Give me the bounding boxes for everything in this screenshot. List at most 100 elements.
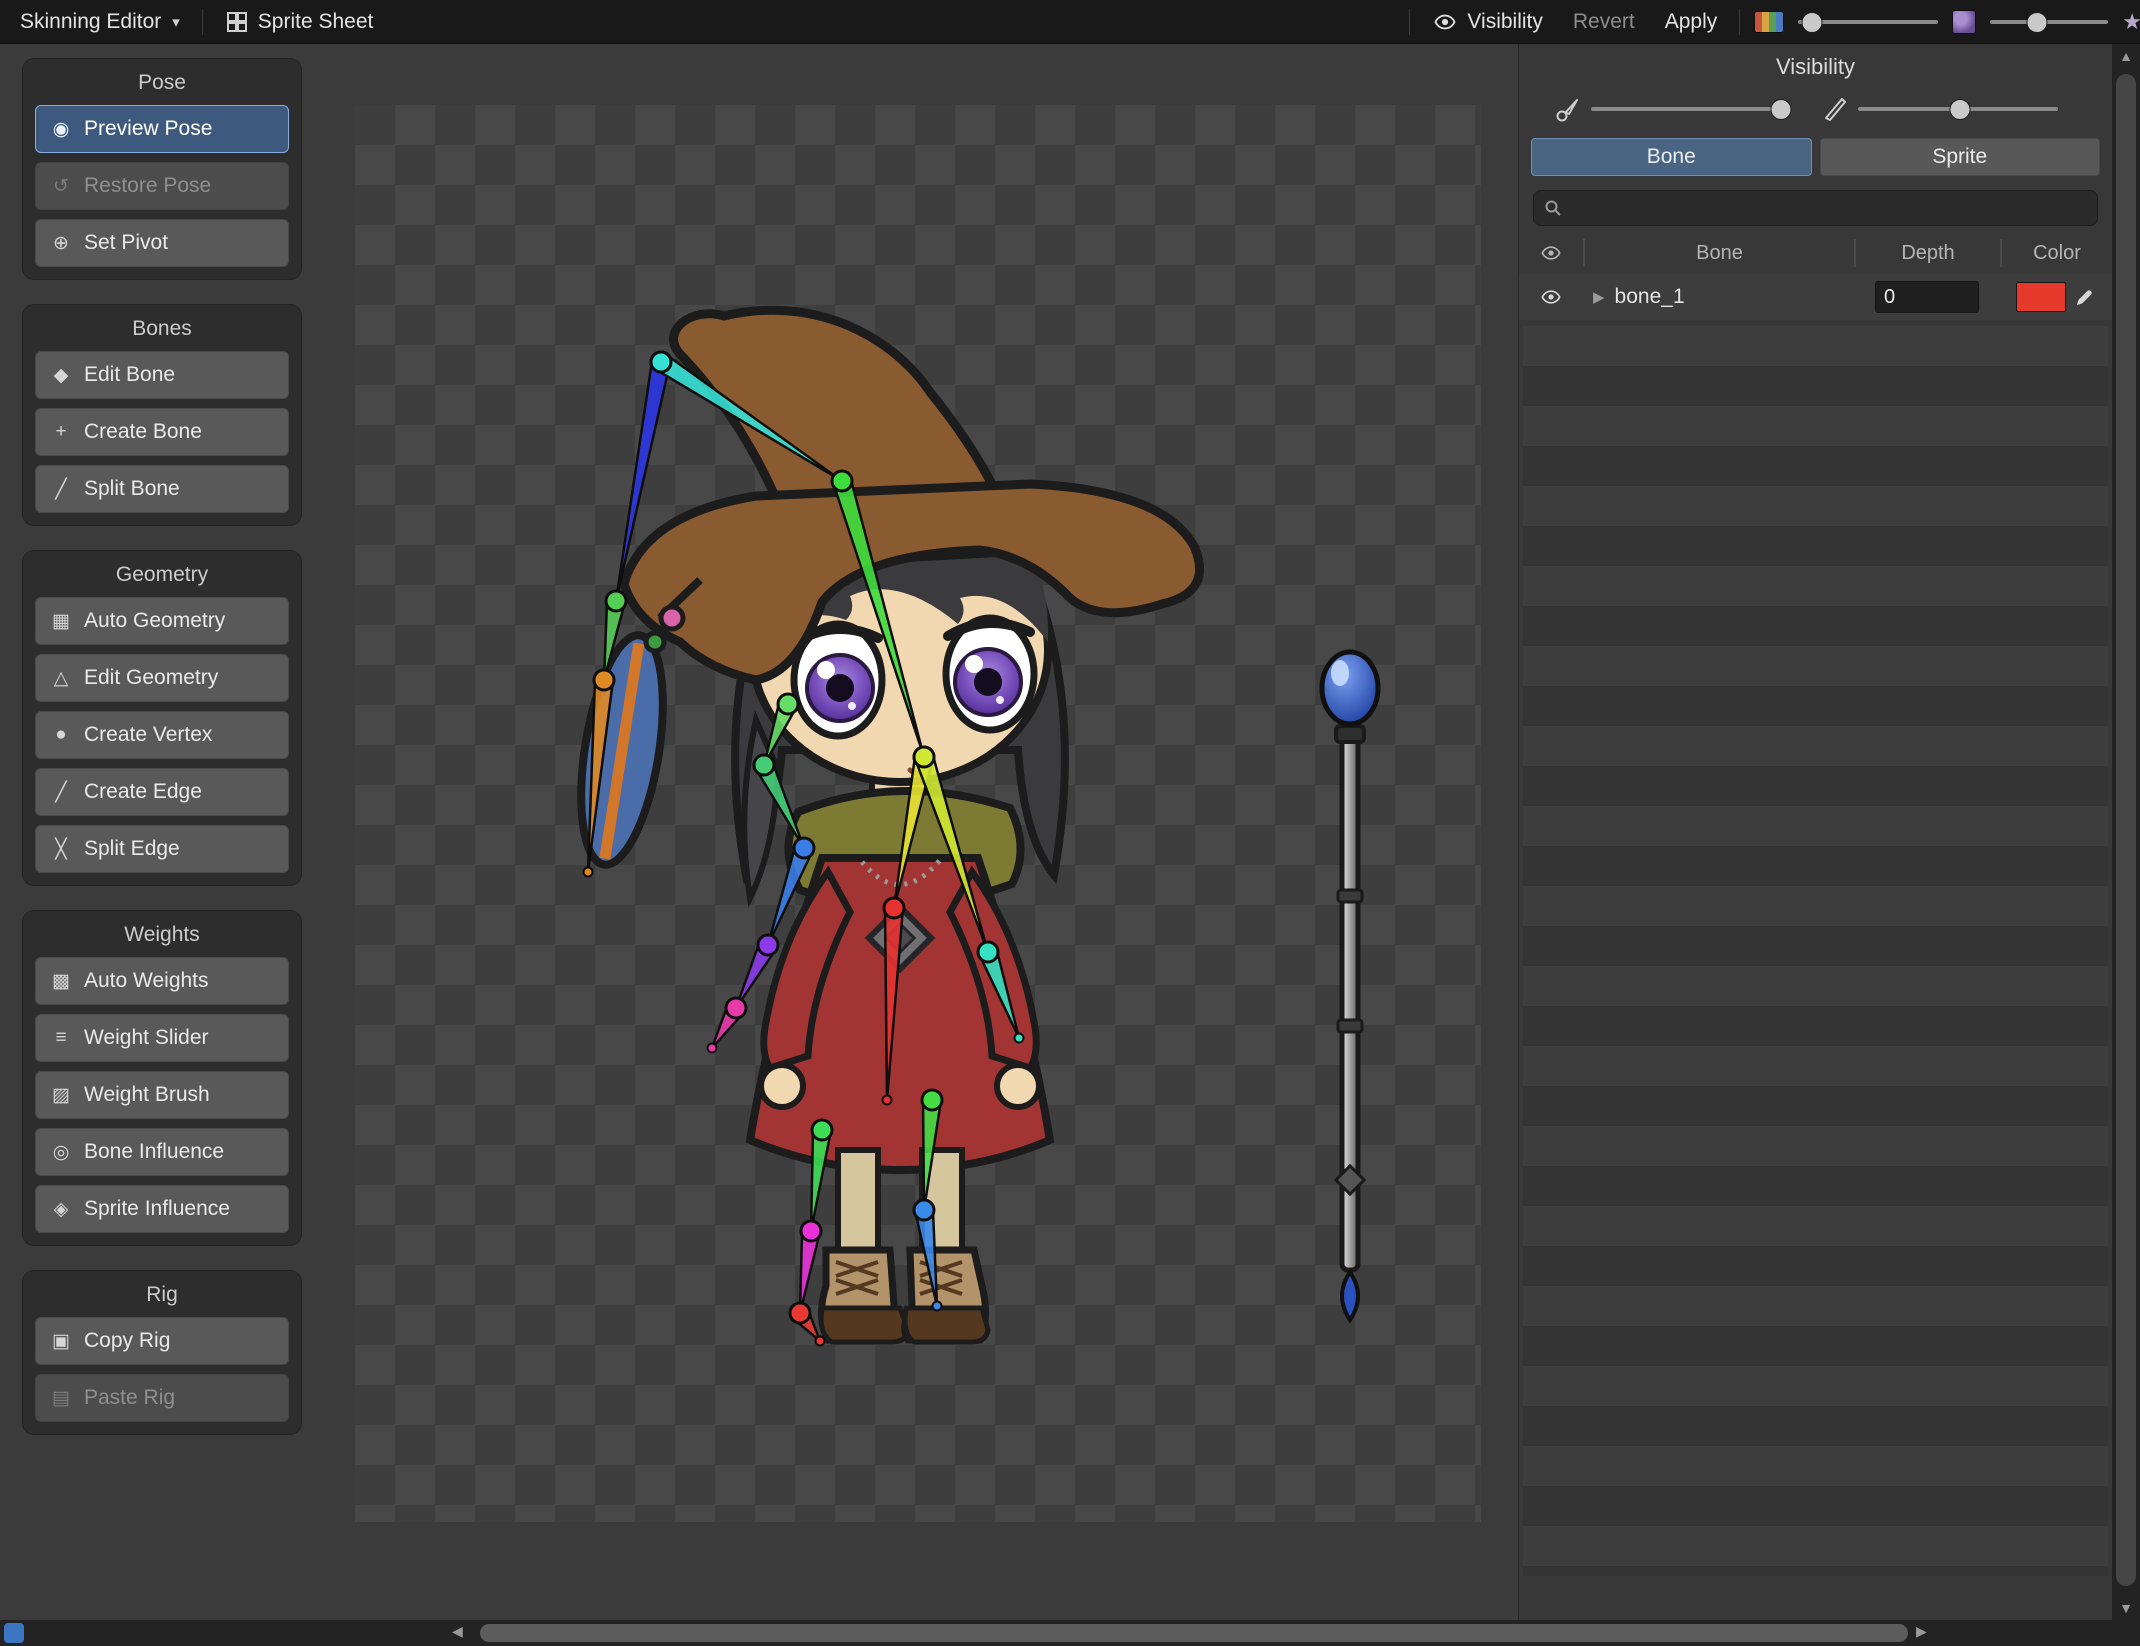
auto-geometry-icon: ▦	[52, 610, 70, 632]
depth-column-header[interactable]: Depth	[1854, 239, 2000, 267]
horizontal-scrollbar-thumb[interactable]	[480, 1624, 1908, 1642]
depth-input[interactable]	[1875, 281, 1979, 313]
expand-triangle-icon[interactable]: ▶	[1593, 288, 1605, 306]
zoom-slider[interactable]	[1990, 11, 2109, 33]
staff-sprite	[1319, 649, 1381, 1324]
restore-pose-icon: ↺	[53, 175, 69, 197]
apply-button[interactable]: Apply	[1657, 6, 1726, 38]
eyedropper-icon[interactable]	[2074, 286, 2096, 308]
sprite-influence-button[interactable]: ◈ Sprite Influence	[35, 1185, 289, 1233]
eye-icon	[1434, 14, 1456, 29]
bone-color-swatch[interactable]	[2016, 282, 2066, 312]
weight-slider-label: Weight Slider	[84, 1026, 209, 1049]
texture-icon[interactable]	[1952, 9, 1977, 34]
bone-influence-button[interactable]: ◎ Bone Influence	[35, 1128, 289, 1176]
color-column-header[interactable]: Color	[2000, 239, 2112, 267]
zoom-slider-handle[interactable]	[2026, 11, 2048, 33]
revert-button[interactable]: Revert	[1565, 6, 1643, 38]
top-toolbar: Skinning Editor ▾ Sprite Sheet Visibilit…	[0, 0, 2140, 44]
create-bone-icon: +	[55, 421, 67, 442]
visibility-tabs: Bone Sprite	[1519, 130, 2112, 178]
create-vertex-label: Create Vertex	[84, 723, 213, 746]
create-edge-button[interactable]: ╱ Create Edge	[35, 768, 289, 816]
character-sprite	[577, 305, 1205, 1345]
preview-pose-label: Preview Pose	[84, 117, 213, 140]
toolbar-separator	[1409, 8, 1411, 35]
right-boot	[901, 1246, 991, 1345]
copy-rig-icon: ▣	[52, 1330, 70, 1352]
create-edge-label: Create Edge	[84, 780, 202, 803]
vertical-scrollbar[interactable]: ▲ ▼	[2112, 44, 2140, 1620]
bone-filled-icon	[1556, 99, 1578, 122]
scroll-right-arrow[interactable]: ▶	[1916, 1623, 1927, 1640]
row-visibility-eye-icon[interactable]	[1539, 287, 1563, 307]
horizontal-scrollbar[interactable]: ◀ ▶	[0, 1620, 2140, 1646]
mesh-opacity-slider-handle[interactable]	[1949, 99, 1970, 120]
scroll-up-arrow[interactable]: ▲	[2119, 48, 2133, 64]
mesh-opacity-slider[interactable]	[1857, 99, 2058, 120]
chevron-down-icon: ▾	[172, 13, 180, 31]
corner-handle[interactable]	[4, 1623, 24, 1643]
table-row-bone-1[interactable]: ▶ bone_1	[1519, 274, 2112, 320]
palette-icon[interactable]	[1754, 10, 1785, 33]
preview-pose-button[interactable]: ◉ Preview Pose	[35, 105, 289, 153]
bone-search-field[interactable]	[1533, 190, 2098, 226]
vertical-scrollbar-thumb[interactable]	[2116, 74, 2136, 1586]
weights-group: Weights ▩ Auto Weights ≡ Weight Slider ▨…	[22, 910, 302, 1246]
split-bone-button[interactable]: ╱ Split Bone	[35, 465, 289, 513]
create-bone-button[interactable]: + Create Bone	[35, 408, 289, 456]
bone-outline-icon	[1824, 98, 1846, 121]
edit-bone-button[interactable]: ◆ Edit Bone	[35, 351, 289, 399]
create-vertex-icon: ●	[55, 724, 67, 745]
restore-pose-button: ↺ Restore Pose	[35, 162, 289, 210]
auto-geometry-button[interactable]: ▦ Auto Geometry	[35, 597, 289, 645]
edit-geometry-button[interactable]: △ Edit Geometry	[35, 654, 289, 702]
bones-group: Bones ◆ Edit Bone + Create Bone ╱ Split …	[22, 304, 302, 526]
tools-panel: Pose ◉ Preview Pose ↺ Restore Pose ⊕ Set…	[22, 58, 302, 1459]
tab-sprite[interactable]: Sprite	[1819, 138, 2100, 176]
weight-slider-button[interactable]: ≡ Weight Slider	[35, 1014, 289, 1062]
edit-bone-icon: ◆	[53, 364, 69, 386]
scroll-down-arrow[interactable]: ▼	[2119, 1600, 2133, 1616]
sprite-sheet-button[interactable]: Sprite Sheet	[217, 6, 382, 38]
weight-brush-icon: ▨	[52, 1084, 70, 1106]
search-input[interactable]	[1570, 195, 2087, 221]
set-pivot-button[interactable]: ⊕ Set Pivot	[35, 219, 289, 267]
auto-weights-label: Auto Weights	[84, 969, 209, 992]
paste-rig-label: Paste Rig	[84, 1386, 176, 1409]
set-pivot-label: Set Pivot	[84, 231, 169, 254]
weights-group-title: Weights	[124, 923, 200, 946]
visibility-sliders	[1519, 84, 2112, 130]
split-edge-button[interactable]: ╳ Split Edge	[35, 825, 289, 873]
create-vertex-button[interactable]: ● Create Vertex	[35, 711, 289, 759]
bone-influence-icon: ◎	[52, 1141, 70, 1163]
tab-sprite-label: Sprite	[1932, 145, 1988, 168]
split-bone-label: Split Bone	[84, 477, 180, 500]
skinning-editor-menu[interactable]: Skinning Editor ▾	[12, 6, 188, 38]
bone-opacity-slider-handle[interactable]	[1770, 99, 1792, 120]
visibility-toggle-label: Visibility	[1467, 9, 1543, 33]
restore-pose-label: Restore Pose	[84, 174, 212, 197]
left-boot	[818, 1246, 911, 1345]
visibility-toggle-button[interactable]: Visibility	[1424, 6, 1550, 38]
bone-opacity-slider[interactable]	[1591, 99, 1792, 120]
bone-column-header[interactable]: Bone	[1583, 239, 1854, 267]
brightness-slider-handle[interactable]	[1801, 11, 1823, 33]
weight-brush-button[interactable]: ▨ Weight Brush	[35, 1071, 289, 1119]
tab-bone-label: Bone	[1646, 145, 1696, 168]
sprite-influence-icon: ◈	[53, 1198, 69, 1220]
staff-gem	[1340, 1268, 1360, 1324]
auto-geometry-label: Auto Geometry	[84, 609, 226, 632]
toolbar-separator	[201, 8, 203, 35]
auto-weights-button[interactable]: ▩ Auto Weights	[35, 957, 289, 1005]
brightness-slider[interactable]	[1798, 11, 1939, 33]
copy-rig-button[interactable]: ▣ Copy Rig	[35, 1317, 289, 1365]
pose-group-title: Pose	[138, 71, 186, 94]
scroll-left-arrow[interactable]: ◀	[452, 1623, 463, 1640]
apply-label: Apply	[1664, 9, 1718, 33]
revert-label: Revert	[1572, 9, 1635, 33]
skinning-editor-window: Skinning Editor ▾ Sprite Sheet Visibilit…	[0, 0, 2140, 1646]
rig-group-title: Rig	[146, 1283, 178, 1306]
tab-bone[interactable]: Bone	[1531, 138, 1812, 176]
staff-orb	[1319, 649, 1381, 727]
